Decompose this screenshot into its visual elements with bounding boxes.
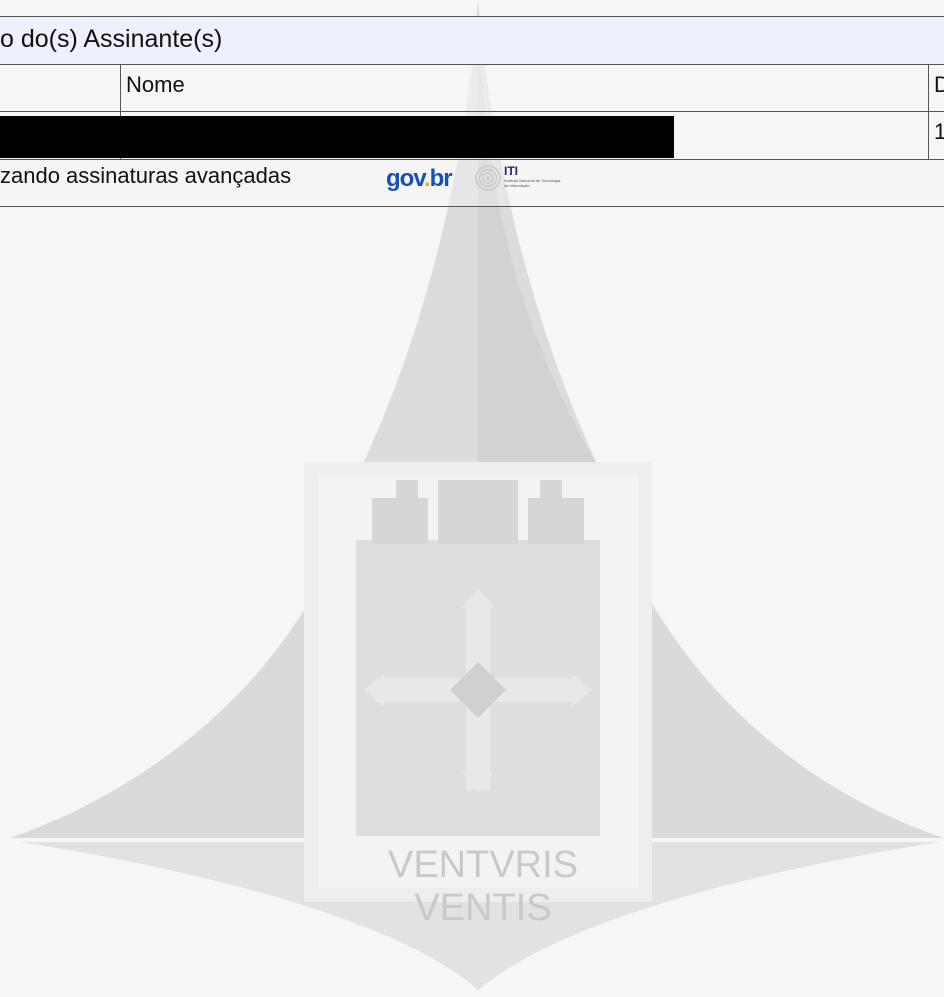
iti-logo: ITI Instituto Nacional de Tecnologia da … [474,164,564,196]
signatures-footer-row: zando assinaturas avançadas gov.br ITI I… [0,159,944,207]
signers-section-title: o do(s) Assinante(s) [0,25,223,53]
watermark-motto: VENTVRIS VENTIS [387,844,579,929]
iti-subtitle: Instituto Nacional de Tecnologia da Info… [504,178,561,188]
advanced-signatures-note: zando assinaturas avançadas [0,163,292,188]
govbr-logo: gov.br [386,165,453,192]
document-page: VENTVRIS VENTIS o do(s) Assinante(s) Nom… [0,0,944,997]
column-header-name: Nome [126,72,185,97]
iti-label: ITI [504,164,518,178]
column-header-date: D [934,72,944,97]
signers-table-header: Nome D [0,64,944,111]
table-row: 1 [0,111,944,159]
signer-date-cell: 1 [934,119,944,144]
column-divider [120,65,121,111]
fingerprint-icon [475,165,501,191]
column-divider [928,112,929,159]
column-divider [928,65,929,111]
signers-title-row: o do(s) Assinante(s) [0,16,944,64]
redacted-signer-info [0,116,674,158]
